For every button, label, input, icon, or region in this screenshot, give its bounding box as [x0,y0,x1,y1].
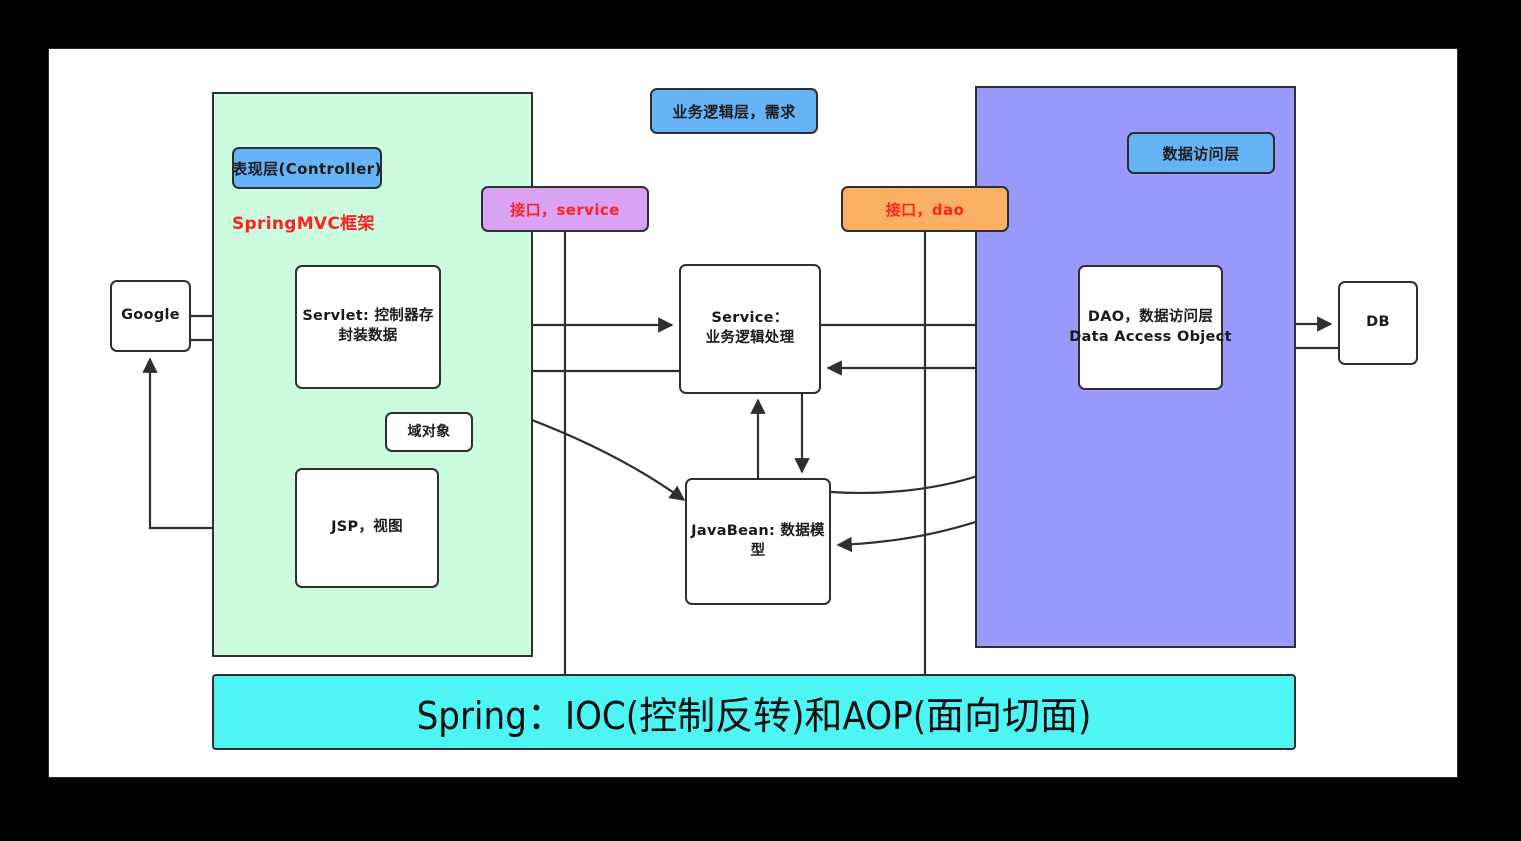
spring-framework-bar-label: Spring：IOC(控制反转)和AOP(面向切面) [416,693,1092,738]
spring-framework-bar: Spring：IOC(控制反转)和AOP(面向切面) [212,674,1296,750]
service-interface-chip: 接口，service [481,186,649,232]
node-google-label: Google [121,307,180,324]
dao-interface-chip-label: 接口，dao [885,200,965,219]
data-access-layer-chip-label: 数据访问层 [1162,144,1240,163]
node-jsp: JSP，视图 [295,468,439,588]
business-layer-chip: 业务逻辑层，需求 [650,88,818,134]
node-service: Service： 业务逻辑处理 [679,264,821,394]
node-db-label: DB [1366,314,1390,331]
node-dao: DAO，数据访问层 Data Access Object [1069,265,1231,390]
node-dao-label-line2: Data Access Object [1069,328,1232,345]
diagram-stage: 表现层(Controller) 业务逻辑层，需求 数据访问层 接口，servic… [0,0,1521,841]
node-service-label-line1: Service： [711,310,789,327]
node-servlet-label-line1: Servlet: 控制器存 [302,308,434,325]
business-layer-chip-label: 业务逻辑层，需求 [672,102,796,121]
data-access-layer-chip: 数据访问层 [1127,132,1275,174]
node-javabean: JavaBean: 数据模型 [685,478,831,605]
presentation-layer-chip-label: 表现层(Controller) [232,159,382,178]
node-servlet-label-line2: 封装数据 [338,328,398,344]
dao-interface-chip: 接口，dao [841,186,1009,232]
presentation-layer-chip: 表现层(Controller) [232,147,382,189]
node-db: DB [1338,281,1418,365]
node-domain-object-label: 域对象 [407,423,451,440]
node-servlet: Servlet: 控制器存 封装数据 [295,265,441,389]
node-service-label-line2: 业务逻辑处理 [705,330,795,346]
node-jsp-label: JSP，视图 [331,519,403,536]
node-google: Google [110,280,191,352]
node-dao-label-line1: DAO，数据访问层 [1087,308,1214,325]
service-interface-chip-label: 接口，service [510,200,620,219]
node-domain-object: 域对象 [385,412,473,452]
springmvc-framework-label: SpringMVC框架 [232,214,375,234]
node-javabean-label: JavaBean: 数据模型 [691,522,825,559]
